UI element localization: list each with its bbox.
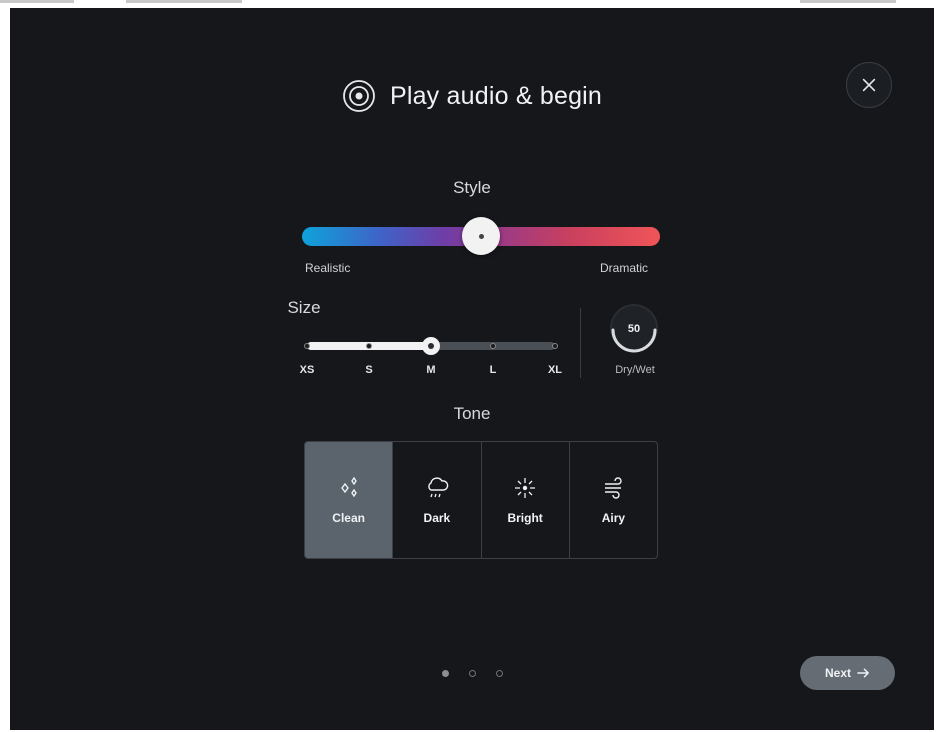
tone-option-bright[interactable]: Bright	[482, 442, 570, 558]
size-option-label: XS	[299, 364, 315, 376]
style-label: Style	[453, 178, 491, 197]
wind-icon	[605, 477, 623, 499]
top-window-strip	[0, 0, 938, 8]
tone-option-airy[interactable]: Airy	[570, 442, 657, 558]
size-option-label: XL	[547, 364, 563, 376]
size-option-label: S	[365, 364, 373, 376]
tone-option-dark[interactable]: Dark	[393, 442, 482, 558]
dialog-title: Play audio & begin	[389, 81, 603, 110]
page-dot[interactable]	[441, 670, 449, 677]
close-icon	[862, 78, 876, 92]
divider	[580, 308, 581, 378]
sun-sparkle-icon	[515, 478, 536, 498]
dry-wet-dial[interactable]: 50	[608, 302, 660, 354]
next-button-label: Next	[824, 666, 851, 680]
style-min-label: Realistic	[305, 261, 351, 275]
style-slider-handle[interactable]	[462, 217, 500, 255]
size-option-label: L	[489, 364, 497, 376]
size-tick[interactable]	[304, 343, 310, 349]
style-max-label: Dramatic	[600, 261, 649, 275]
sparkles-icon	[340, 476, 357, 498]
arrow-right-icon	[857, 668, 869, 678]
close-button[interactable]	[846, 62, 892, 108]
tone-selector: Clean Dark Bright Airy	[304, 441, 658, 559]
onboarding-dialog: Play audio & begin Style Realistic Drama…	[10, 8, 934, 730]
strip-mark	[126, 0, 242, 3]
dialog-header: Play audio & begin	[10, 76, 934, 116]
next-button[interactable]: Next	[800, 656, 895, 690]
strip-mark	[0, 0, 74, 3]
tone-option-label: Bright	[507, 511, 543, 525]
size-option-label: M	[426, 364, 436, 376]
tone-option-label: Airy	[601, 511, 626, 525]
size-tick[interactable]	[490, 343, 496, 349]
page-dot[interactable]	[468, 670, 476, 677]
target-icon	[343, 80, 375, 112]
cloud-rain-icon	[428, 477, 449, 498]
dry-wet-value: 50	[628, 323, 640, 335]
tone-option-label: Dark	[423, 511, 451, 525]
tone-option-clean[interactable]: Clean	[305, 442, 394, 558]
dry-wet-caption: Dry/Wet	[615, 364, 655, 376]
size-slider-handle[interactable]	[422, 337, 440, 355]
handle-dot	[478, 233, 484, 239]
tone-label: Tone	[453, 404, 491, 423]
strip-mark	[800, 0, 896, 3]
page-indicator	[10, 670, 934, 677]
size-tick[interactable]	[552, 343, 558, 349]
handle-dot	[428, 343, 434, 349]
tone-option-label: Clean	[332, 511, 365, 525]
page-dot[interactable]	[495, 670, 503, 677]
size-tick[interactable]	[366, 343, 372, 349]
